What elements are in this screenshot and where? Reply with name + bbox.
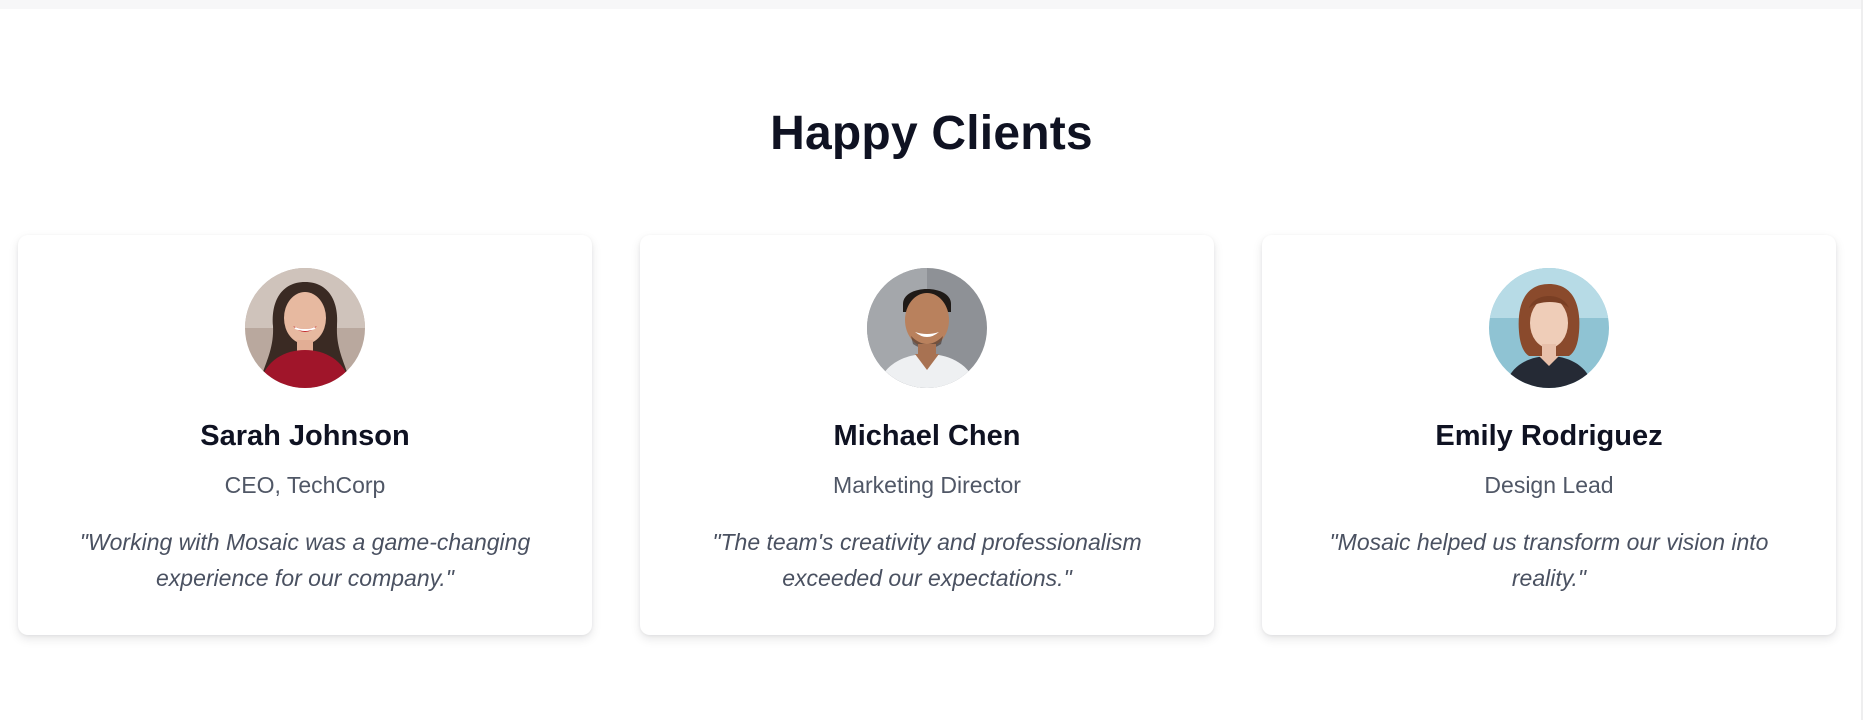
- client-name: Michael Chen: [833, 420, 1021, 452]
- client-name: Emily Rodriguez: [1435, 420, 1663, 452]
- client-role: Marketing Director: [833, 472, 1021, 498]
- client-role: CEO, TechCorp: [224, 472, 386, 498]
- client-role: Design Lead: [1484, 472, 1614, 498]
- avatar-woman-red-hair-icon: [1489, 268, 1609, 388]
- avatar: [867, 268, 987, 388]
- client-quote: "The team's creativity and professionali…: [712, 529, 1142, 591]
- testimonial-card-michael-chen: Michael Chen Marketing Director "The tea…: [640, 235, 1214, 635]
- testimonial-cards: Sarah Johnson CEO, TechCorp "Working wit…: [18, 235, 1838, 635]
- avatar: [245, 268, 365, 388]
- client-name: Sarah Johnson: [200, 420, 410, 452]
- page: Happy Clients Sarah Johnson CEO, TechCor…: [0, 0, 1863, 720]
- avatar-woman-red-top-icon: [245, 268, 365, 388]
- top-divider: [0, 0, 1863, 9]
- client-quote: "Working with Mosaic was a game-changing…: [79, 529, 531, 591]
- client-quote: "Mosaic helped us transform our vision i…: [1329, 529, 1769, 591]
- testimonial-card-emily-rodriguez: Emily Rodriguez Design Lead "Mosaic help…: [1262, 235, 1836, 635]
- testimonial-card-sarah-johnson: Sarah Johnson CEO, TechCorp "Working wit…: [18, 235, 592, 635]
- section-title: Happy Clients: [770, 107, 1093, 160]
- avatar-man-white-shirt-icon: [867, 268, 987, 388]
- avatar: [1489, 268, 1609, 388]
